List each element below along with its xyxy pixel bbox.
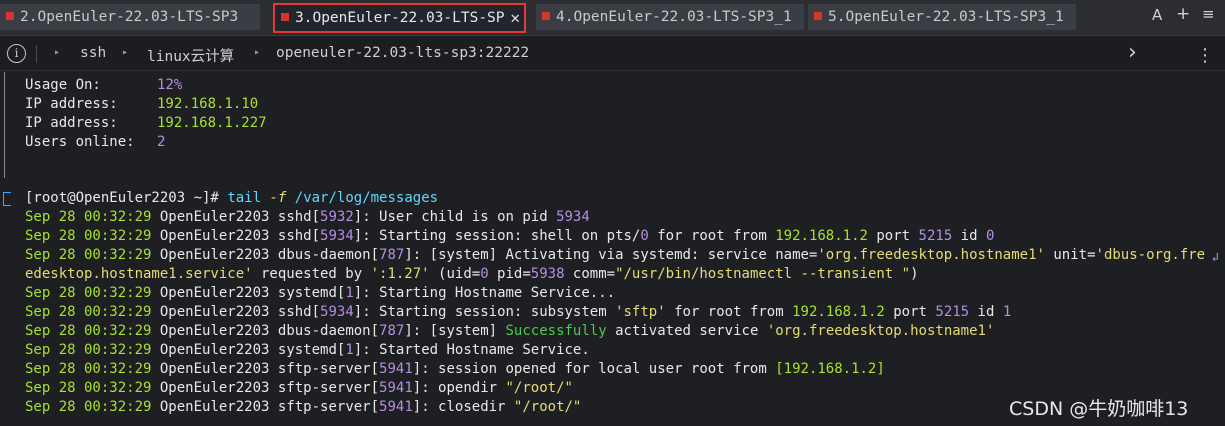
log-line: Sep 28 00:32:29 OpenEuler2203 dbus-daemo… xyxy=(25,323,995,339)
watermark: CSDN @牛奶咖啡13 xyxy=(1009,398,1189,420)
command-prompt: [root@OpenEuler2203 ~]# tail -f /var/log… xyxy=(25,190,439,206)
log-line: Sep 28 00:32:29 OpenEuler2203 sftp-serve… xyxy=(25,361,885,377)
sysinfo-users: Users online: 2 xyxy=(25,134,166,150)
session-status-icon xyxy=(542,12,550,20)
log-line: Sep 28 00:32:29 OpenEuler2203 systemd[1]… xyxy=(25,342,590,358)
session-status-icon xyxy=(814,12,822,20)
tab-bar: 2.OpenEuler-22.03-LTS-SP3 3.OpenEuler-22… xyxy=(0,0,1225,36)
log-line: Sep 28 00:32:29 OpenEuler2203 sftp-serve… xyxy=(25,399,582,415)
session-tab-2[interactable]: 2.OpenEuler-22.03-LTS-SP3 xyxy=(0,4,260,30)
session-tab-5[interactable]: 5.OpenEuler-22.03-LTS-SP3_1 xyxy=(808,4,1076,30)
more-options-icon[interactable]: ⋮ xyxy=(1196,45,1214,66)
tab-label: 3.OpenEuler-22.03-LTS-SP xyxy=(295,10,505,26)
log-line-wrapped: edesktop.hostname1.service' requested by… xyxy=(25,266,919,282)
log-line: Sep 28 00:32:29 OpenEuler2203 sshd[5934]… xyxy=(25,228,995,244)
session-status-icon xyxy=(281,13,289,21)
chevron-right-icon[interactable]: › xyxy=(1128,40,1137,65)
line-wrap-icon: ↲ xyxy=(1211,250,1219,264)
log-line: Sep 28 00:32:29 OpenEuler2203 sshd[5932]… xyxy=(25,209,590,225)
log-line: Sep 28 00:32:29 OpenEuler2203 sftp-serve… xyxy=(25,380,573,396)
breadcrumb: i ▸ ssh ▸ linux云计算 ▸ openeuler-22.03-lts… xyxy=(0,37,1225,71)
divider xyxy=(36,45,37,63)
chevron-right-icon: ▸ xyxy=(122,47,129,58)
breadcrumb-item-ssh[interactable]: ssh xyxy=(80,45,106,61)
tab-menu-icon[interactable]: ≡ xyxy=(1202,5,1215,23)
font-size-button[interactable]: A xyxy=(1152,6,1162,24)
log-line: Sep 28 00:32:29 OpenEuler2203 dbus-daemo… xyxy=(25,247,1206,263)
prompt-marker-icon xyxy=(3,192,11,206)
info-icon[interactable]: i xyxy=(7,44,26,63)
close-tab-icon[interactable]: ✕ xyxy=(510,5,520,31)
chevron-right-icon: ▸ xyxy=(254,47,261,58)
breadcrumb-item-host[interactable]: openeuler-22.03-lts-sp3:22222 xyxy=(276,45,529,61)
tab-label: 5.OpenEuler-22.03-LTS-SP3_1 xyxy=(828,9,1064,25)
scrollback-gutter xyxy=(4,72,5,178)
add-tab-button[interactable]: + xyxy=(1176,4,1190,24)
session-tab-3[interactable]: 3.OpenEuler-22.03-LTS-SP ✕ xyxy=(273,3,526,33)
session-tab-4[interactable]: 4.OpenEuler-22.03-LTS-SP3_1 xyxy=(536,4,804,30)
breadcrumb-item-group[interactable]: linux云计算 xyxy=(147,45,234,66)
sysinfo-ip2: IP address: 192.168.1.227 xyxy=(25,115,267,131)
tab-label: 4.OpenEuler-22.03-LTS-SP3_1 xyxy=(556,9,792,25)
terminal-output[interactable]: Usage On: 12% IP address: 192.168.1.10 IP … xyxy=(0,72,1225,426)
log-line: Sep 28 00:32:29 OpenEuler2203 systemd[1]… xyxy=(25,285,616,301)
log-line: Sep 28 00:32:29 OpenEuler2203 sshd[5934]… xyxy=(25,304,1012,320)
chevron-right-icon: ▸ xyxy=(54,47,61,58)
sysinfo-usage: Usage On: 12% xyxy=(25,77,183,93)
sysinfo-ip1: IP address: 192.168.1.10 xyxy=(25,96,259,112)
tab-label: 2.OpenEuler-22.03-LTS-SP3 xyxy=(20,9,239,25)
session-status-icon xyxy=(6,12,14,20)
